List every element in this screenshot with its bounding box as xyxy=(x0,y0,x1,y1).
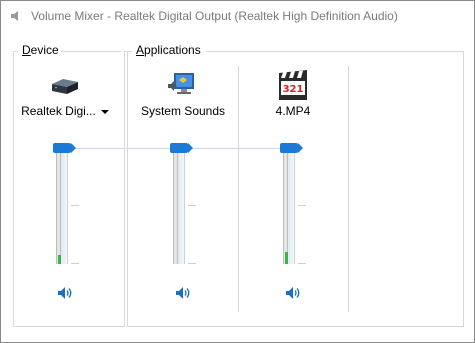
chevron-down-icon xyxy=(100,109,109,114)
mp4-volume-thumb[interactable] xyxy=(280,143,303,153)
system-sounds-label: System Sounds xyxy=(140,104,226,118)
device-group-label: Device xyxy=(22,43,59,57)
device-frame-right xyxy=(124,51,125,326)
apps-frame-right xyxy=(463,51,464,326)
tick-mark xyxy=(298,205,306,206)
device-mute-speaker-icon[interactable] xyxy=(57,285,73,301)
volume-mixer-window: Volume Mixer - Realtek Digital Output (R… xyxy=(0,0,475,343)
channel-system-sounds: System Sounds xyxy=(127,66,239,316)
apps-accesskey: A xyxy=(136,43,145,57)
device-dropdown[interactable]: Realtek Digi... xyxy=(9,104,121,118)
device-frame-bottom xyxy=(13,326,125,327)
title-bar[interactable]: Volume Mixer - Realtek Digital Output (R… xyxy=(1,1,474,32)
media-player-icon: 321 xyxy=(279,70,307,100)
apps-label-rest: pplications xyxy=(144,43,201,57)
tick-mark xyxy=(188,205,196,206)
system-sounds-volume-thumb[interactable] xyxy=(170,143,193,153)
svg-text:321: 321 xyxy=(283,84,304,95)
device-accesskey: D xyxy=(22,43,31,57)
speaker-device-icon xyxy=(52,79,78,94)
speaker-icon xyxy=(11,11,18,21)
channel-mp4: 321 4.MP4 xyxy=(237,66,349,316)
apps-frame-top-right xyxy=(206,51,464,52)
mp4-mute-speaker-icon[interactable] xyxy=(285,285,301,301)
system-sounds-volume-track[interactable] xyxy=(173,146,185,264)
mp4-label: 4.MP4 xyxy=(275,104,311,118)
tick-mark xyxy=(71,263,79,264)
window-title: Volume Mixer - Realtek Digital Output (R… xyxy=(31,9,398,23)
apps-frame-bottom xyxy=(127,326,464,327)
mp4-volume-track[interactable] xyxy=(283,146,295,264)
device-volume-thumb[interactable] xyxy=(53,143,76,153)
tick-mark xyxy=(188,263,196,264)
device-label-rest: evice xyxy=(30,43,59,57)
device-name: Realtek Digi... xyxy=(21,104,96,118)
tick-mark xyxy=(71,205,79,206)
system-sounds-mute-speaker-icon[interactable] xyxy=(175,285,191,301)
device-volume-track[interactable] xyxy=(56,146,68,264)
applications-group-label: Applications xyxy=(136,43,201,57)
channel-device: Realtek Digi... xyxy=(9,66,121,316)
device-frame-top-right xyxy=(61,51,121,52)
tick-mark xyxy=(298,263,306,264)
system-sounds-icon xyxy=(168,73,194,94)
